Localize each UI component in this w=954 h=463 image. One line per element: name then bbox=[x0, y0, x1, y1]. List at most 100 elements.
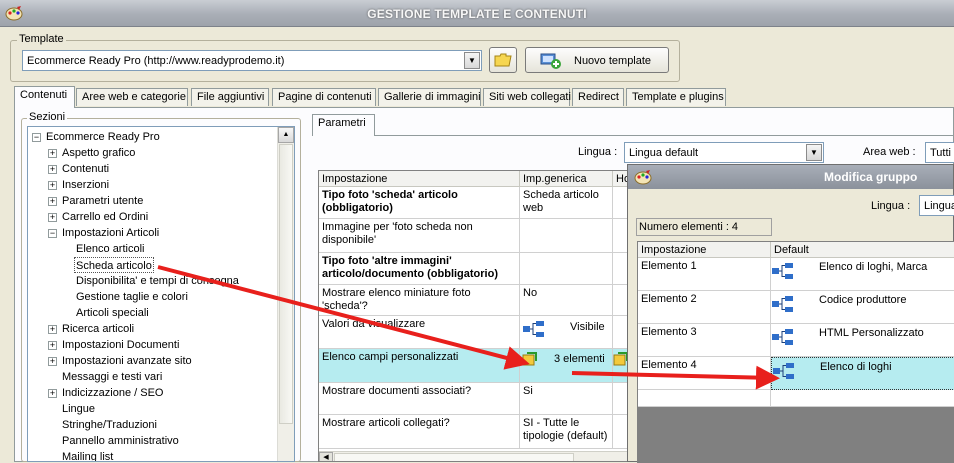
expand-icon[interactable]: + bbox=[48, 357, 57, 366]
param-value[interactable]: Scheda articolo web bbox=[520, 187, 613, 219]
tree-item[interactable]: + Inserzioni bbox=[48, 177, 109, 193]
scroll-thumb[interactable] bbox=[279, 144, 293, 424]
element-name[interactable]: Elemento 2 bbox=[638, 291, 771, 324]
col-impostazione[interactable]: Impostazione bbox=[638, 242, 771, 258]
scroll-left-icon[interactable]: ◀ bbox=[319, 452, 333, 461]
area-web-value: Tutti bbox=[930, 147, 951, 159]
element-value-cell[interactable]: Elenco di loghi, Marca bbox=[771, 258, 954, 291]
chevron-down-icon[interactable]: ▼ bbox=[806, 144, 822, 161]
horizontal-scrollbar[interactable]: ◀ bbox=[319, 451, 637, 461]
template-group-label: Template bbox=[17, 33, 66, 45]
tree-item[interactable]: Articoli speciali bbox=[76, 305, 149, 321]
element-value-cell[interactable]: Codice produttore bbox=[771, 291, 954, 324]
expand-icon[interactable]: + bbox=[48, 197, 57, 206]
collapse-icon[interactable]: − bbox=[32, 133, 41, 142]
tab-pagine-contenuti[interactable]: Pagine di contenuti bbox=[272, 88, 376, 106]
col-impostazione[interactable]: Impostazione bbox=[319, 171, 520, 187]
expand-icon[interactable]: + bbox=[48, 149, 57, 158]
tab-parametri[interactable]: Parametri bbox=[312, 114, 375, 136]
element-name-empty[interactable] bbox=[638, 390, 771, 407]
tree-item-label: Messaggi e testi vari bbox=[62, 371, 163, 383]
tree-item[interactable]: + Ricerca articoli bbox=[48, 321, 134, 337]
tab-redirect[interactable]: Redirect bbox=[572, 88, 624, 106]
template-select[interactable]: Ecommerce Ready Pro (http://www.readypro… bbox=[22, 50, 482, 71]
folder-icon bbox=[494, 53, 512, 67]
tab-siti-collegati[interactable]: Siti web collegati bbox=[483, 88, 571, 106]
element-name[interactable]: Elemento 4 bbox=[638, 357, 771, 390]
tab-contenuti[interactable]: Contenuti bbox=[14, 86, 75, 108]
chevron-down-icon[interactable]: ▼ bbox=[464, 52, 480, 69]
tree-item[interactable]: Elenco articoli bbox=[76, 241, 144, 257]
collapse-icon[interactable]: − bbox=[48, 229, 57, 238]
tree-item[interactable]: Disponibilita' e tempi di consegna bbox=[76, 273, 239, 289]
area-web-select[interactable]: Tutti bbox=[925, 142, 954, 163]
tree-item[interactable]: + Carrello ed Ordini bbox=[48, 209, 148, 225]
tree-item[interactable]: Messaggi e testi vari bbox=[62, 369, 162, 385]
param-name[interactable]: Mostrare documenti associati? bbox=[319, 383, 520, 415]
tab-aree-web[interactable]: Aree web e categorie bbox=[76, 88, 188, 106]
lingua-select[interactable]: Lingua default ▼ bbox=[624, 142, 824, 163]
param-name[interactable]: Mostrare elenco miniature foto 'scheda'? bbox=[319, 285, 520, 316]
new-template-button[interactable]: Nuovo template bbox=[525, 47, 669, 73]
expand-icon[interactable]: + bbox=[48, 325, 57, 334]
param-value-cell[interactable]: Visibile bbox=[520, 316, 613, 349]
tree-item[interactable]: Mailing list bbox=[62, 449, 113, 461]
tab-template-plugins[interactable]: Template e plugins bbox=[626, 88, 726, 106]
col-imp-generica[interactable]: Imp.generica bbox=[520, 171, 613, 187]
element-name[interactable]: Elemento 1 bbox=[638, 258, 771, 291]
expand-icon[interactable]: + bbox=[48, 341, 57, 350]
param-value[interactable]: SI - Tutte le tipologie (default) bbox=[520, 415, 613, 449]
tree-scrollbar[interactable]: ▲ bbox=[277, 127, 294, 461]
tree-item[interactable]: Stringhe/Traduzioni bbox=[62, 417, 157, 433]
expand-icon[interactable]: + bbox=[48, 181, 57, 190]
tree-item[interactable]: Pannello amministrativo bbox=[62, 433, 179, 449]
dialog-lingua-select[interactable]: Lingua bbox=[919, 195, 954, 216]
tree-item-label: Impostazioni Articoli bbox=[62, 227, 160, 239]
param-name[interactable]: Immagine per 'foto scheda non disponibil… bbox=[319, 219, 520, 253]
scroll-thumb[interactable] bbox=[334, 453, 574, 461]
param-value[interactable]: Si bbox=[520, 383, 613, 415]
element-value-empty[interactable] bbox=[771, 390, 954, 407]
expand-icon[interactable]: + bbox=[48, 389, 57, 398]
tree-item[interactable]: + Impostazioni avanzate sito bbox=[48, 353, 192, 369]
tree-item-label: Contenuti bbox=[62, 163, 110, 175]
tree-item[interactable]: + Impostazioni Documenti bbox=[48, 337, 179, 353]
expand-icon[interactable]: + bbox=[48, 213, 57, 222]
tab-gallerie[interactable]: Gallerie di immagini bbox=[378, 88, 481, 106]
param-name[interactable]: Valori da visualizzare bbox=[319, 316, 520, 349]
tree-item[interactable]: Lingue bbox=[62, 401, 95, 417]
tree-item[interactable]: + Parametri utente bbox=[48, 193, 143, 209]
tree-item[interactable]: Gestione taglie e colori bbox=[76, 289, 188, 305]
param-value[interactable]: No bbox=[520, 285, 613, 316]
param-value-cell[interactable]: 3 elementi bbox=[520, 349, 613, 383]
param-name[interactable]: Mostrare articoli collegati? bbox=[319, 415, 520, 449]
tree-item[interactable]: + Indicizzazione / SEO bbox=[48, 385, 164, 401]
scroll-up-icon[interactable]: ▲ bbox=[278, 127, 294, 143]
tree-root-label: Ecommerce Ready Pro bbox=[46, 131, 160, 143]
tree-item-label: Stringhe/Traduzioni bbox=[62, 419, 157, 431]
param-name[interactable]: Tipo foto 'scheda' articolo (obbligatori… bbox=[319, 187, 520, 219]
tree-item[interactable]: + Contenuti bbox=[48, 161, 109, 177]
tree-item[interactable]: − Impostazioni Articoli bbox=[48, 225, 159, 241]
hierarchy-icon bbox=[773, 363, 794, 379]
param-value[interactable] bbox=[520, 253, 613, 285]
params-grid[interactable]: Impostazione Imp.generica Ho Tipo foto '… bbox=[318, 170, 638, 462]
tree-item-label: Inserzioni bbox=[62, 179, 110, 191]
param-name[interactable]: Elenco campi personalizzati bbox=[319, 349, 520, 383]
tree-root[interactable]: − Ecommerce Ready Pro bbox=[32, 129, 160, 145]
open-folder-button[interactable] bbox=[489, 47, 517, 73]
tab-file-aggiuntivi[interactable]: File aggiuntivi bbox=[191, 88, 269, 106]
param-value[interactable] bbox=[520, 219, 613, 253]
tree-item-label: Aspetto grafico bbox=[62, 147, 136, 159]
element-value-cell[interactable]: HTML Personalizzato bbox=[771, 324, 954, 357]
hierarchy-icon bbox=[772, 296, 793, 312]
tree-item-selected[interactable]: Scheda articolo bbox=[74, 257, 154, 273]
element-name[interactable]: Elemento 3 bbox=[638, 324, 771, 357]
col-default[interactable]: Default bbox=[771, 242, 954, 258]
element-value-cell[interactable]: Elenco di loghi bbox=[771, 357, 954, 390]
sections-tree[interactable]: − Ecommerce Ready Pro + Aspetto grafico +… bbox=[27, 126, 295, 462]
elements-grid[interactable]: Impostazione Default Elemento 1 Elenco d… bbox=[637, 241, 954, 463]
param-name[interactable]: Tipo foto 'altre immagini' articolo/docu… bbox=[319, 253, 520, 285]
tree-item[interactable]: + Aspetto grafico bbox=[48, 145, 135, 161]
expand-icon[interactable]: + bbox=[48, 165, 57, 174]
